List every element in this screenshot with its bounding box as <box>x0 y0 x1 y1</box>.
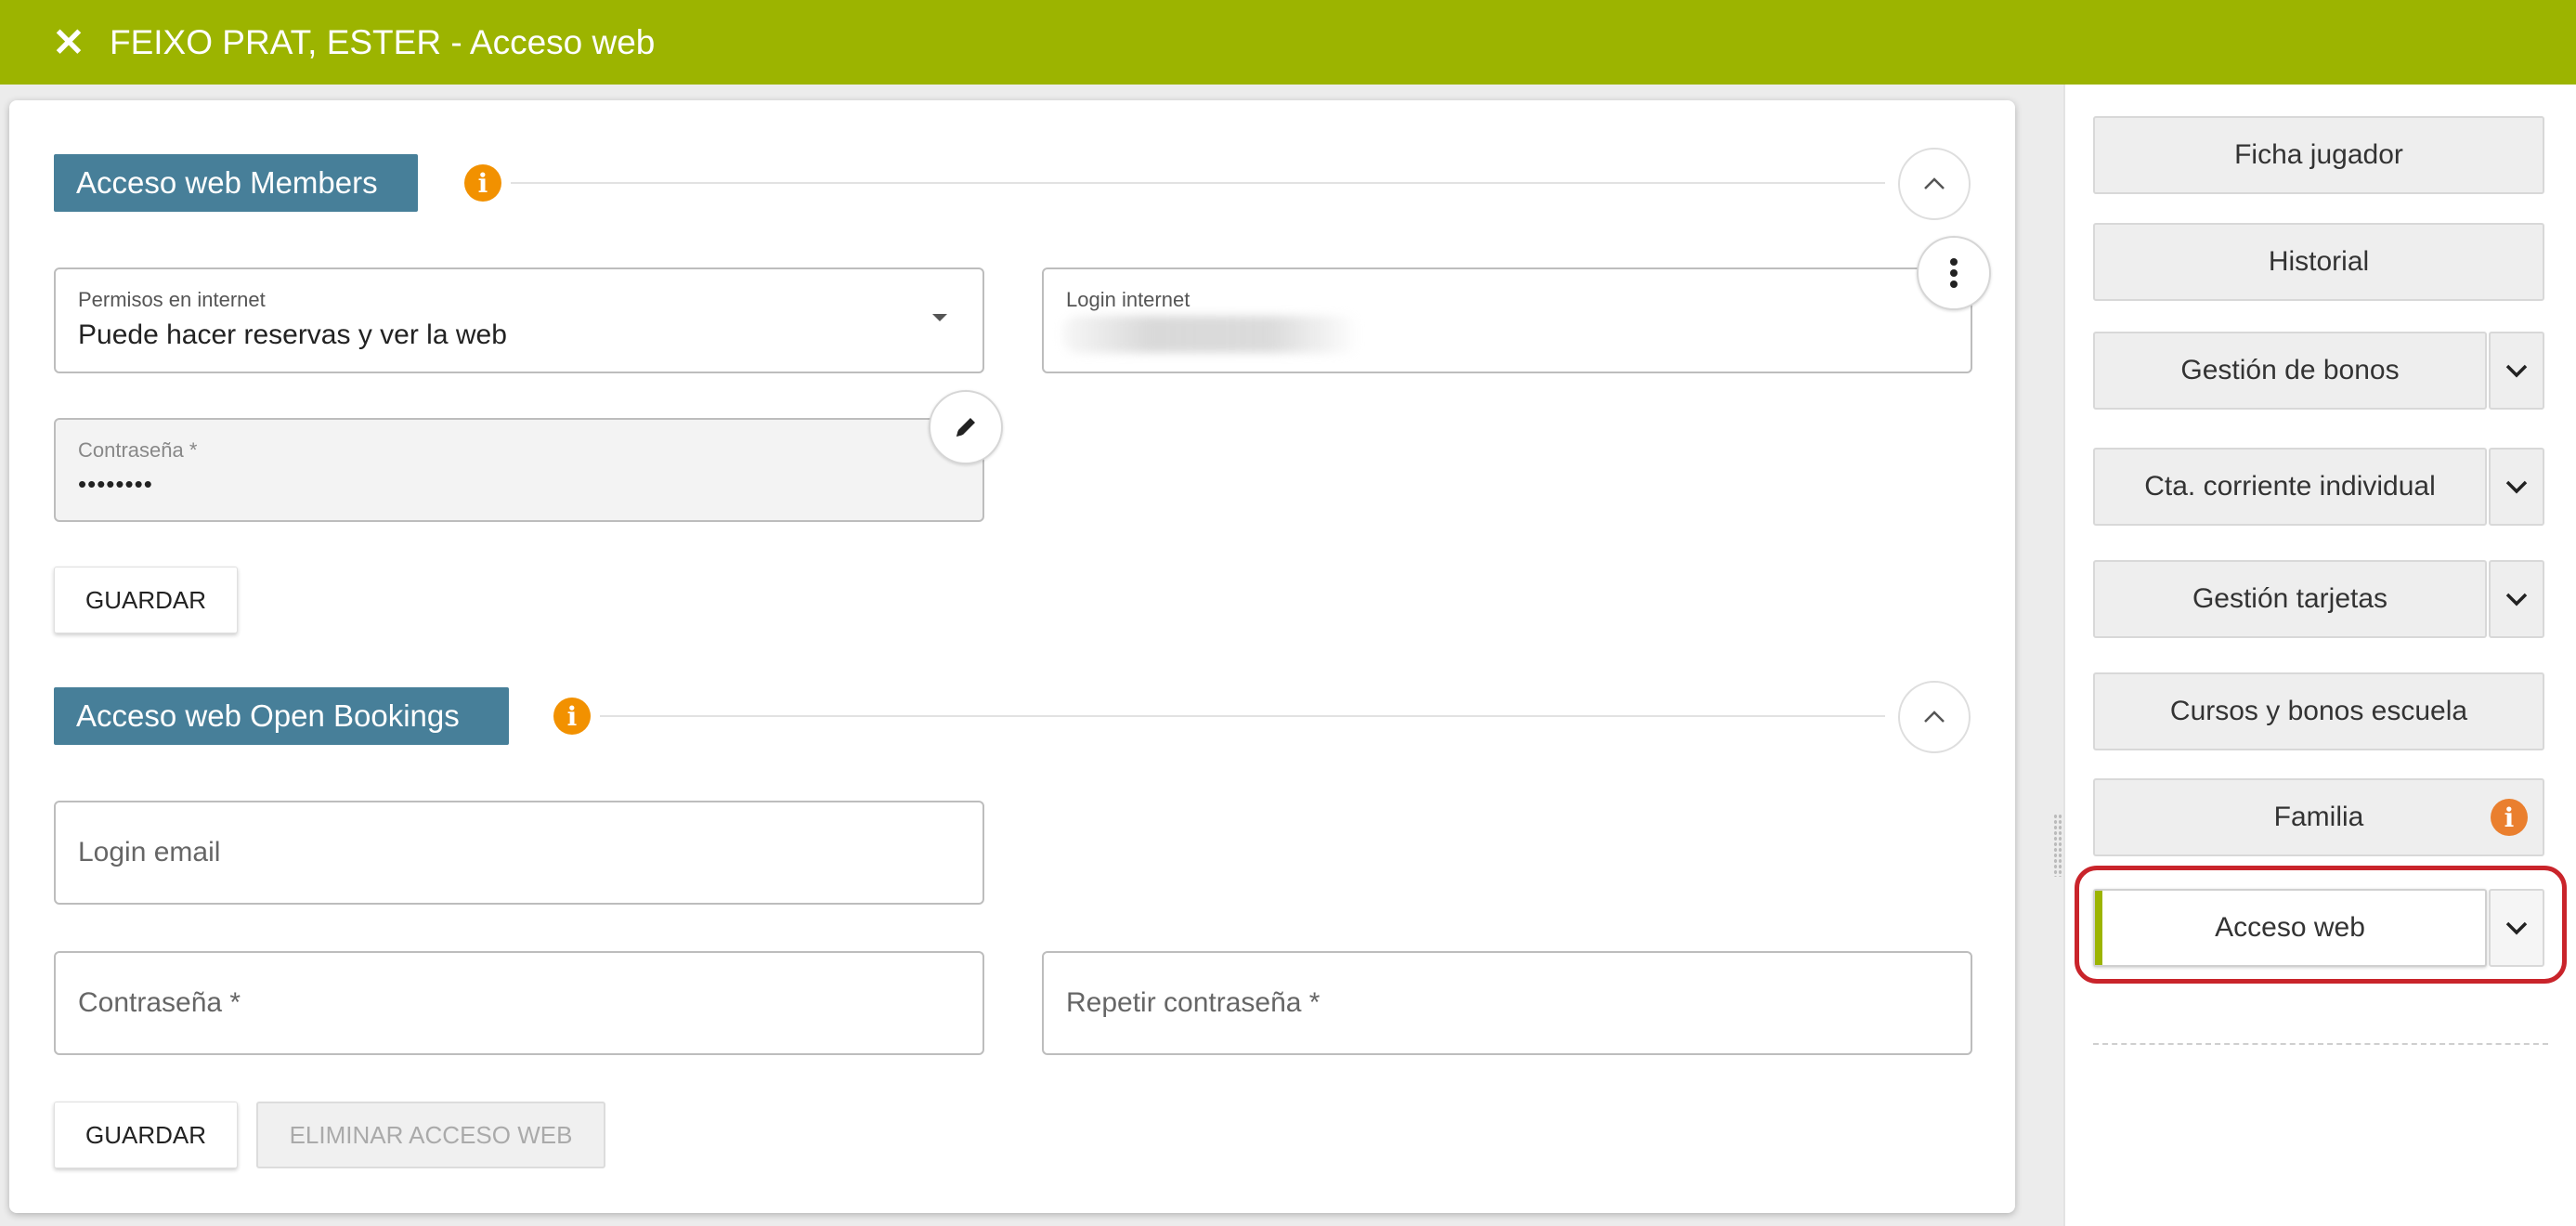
info-icon[interactable]: i <box>553 698 591 735</box>
sidebar-item-ficha-jugador[interactable]: Ficha jugador <box>2093 116 2544 194</box>
close-icon[interactable]: ✕ <box>50 20 87 64</box>
more-options-button[interactable] <box>1917 236 1991 310</box>
cta-corriente-dropdown[interactable] <box>2489 448 2544 526</box>
sidebar-item-historial[interactable]: Historial <box>2093 223 2544 301</box>
blurred-login-value <box>1062 316 1360 353</box>
edit-password-button[interactable] <box>929 390 1003 464</box>
chevron-up-icon <box>1924 711 1945 723</box>
pencil-icon <box>956 418 975 437</box>
repeat-password-placeholder: Repetir contraseña * <box>1066 987 1321 1018</box>
window-title: FEIXO PRAT, ESTER - Acceso web <box>110 22 656 61</box>
info-icon[interactable]: i <box>464 164 501 202</box>
ob-password-field[interactable]: Contraseña * <box>54 951 984 1055</box>
sidebar-item-gestion-tarjetas[interactable]: Gestión tarjetas <box>2093 560 2487 638</box>
permisos-select[interactable]: Permisos en internet Puede hacer reserva… <box>54 267 984 373</box>
chevron-up-icon <box>1924 177 1945 189</box>
repeat-password-field[interactable]: Repetir contraseña * <box>1042 951 1972 1055</box>
password-label: Contraseña * <box>78 438 198 462</box>
access-card: Acceso web Members i Permisos en interne… <box>9 100 2015 1213</box>
sidebar-item-cta-corriente[interactable]: Cta. corriente individual <box>2093 448 2487 526</box>
collapse-members-button[interactable] <box>1898 148 1971 220</box>
password-field: Contraseña * •••••••• <box>54 418 984 522</box>
gestion-bonos-dropdown[interactable] <box>2489 332 2544 410</box>
sidebar-item-label: Familia <box>2273 802 2364 832</box>
dropdown-caret-icon <box>932 314 947 321</box>
section-divider <box>511 182 1885 184</box>
login-email-placeholder: Login email <box>78 837 221 867</box>
chevron-down-icon <box>2505 593 2528 606</box>
sidebar-item-familia[interactable]: Familia i <box>2093 778 2544 856</box>
sidebar-item-gestion-bonos[interactable]: Gestión de bonos <box>2093 332 2487 410</box>
sidebar-divider <box>2093 1043 2548 1045</box>
resize-handle[interactable] <box>2053 814 2062 877</box>
delete-web-access-button: ELIMINAR ACCESO WEB <box>256 1102 605 1168</box>
more-vertical-icon <box>1950 258 1958 288</box>
login-internet-field[interactable]: Login internet <box>1042 267 1972 373</box>
title-bar: ✕ FEIXO PRAT, ESTER - Acceso web <box>0 0 2576 85</box>
password-value: •••••••• <box>78 470 153 498</box>
info-icon[interactable]: i <box>2491 799 2528 836</box>
sidebar-item-cursos[interactable]: Cursos y bonos escuela <box>2093 672 2544 750</box>
login-email-field[interactable]: Login email <box>54 801 984 905</box>
collapse-open-bookings-button[interactable] <box>1898 681 1971 753</box>
gestion-tarjetas-dropdown[interactable] <box>2489 560 2544 638</box>
login-internet-label: Login internet <box>1066 288 1190 311</box>
ob-save-button[interactable]: GUARDAR <box>54 1102 238 1168</box>
ob-password-placeholder: Contraseña * <box>78 987 241 1018</box>
permisos-value: Puede hacer reservas y ver la web <box>78 320 507 350</box>
section-divider <box>600 715 1885 717</box>
section-title-members: Acceso web Members <box>54 154 418 212</box>
section-title-open-bookings: Acceso web Open Bookings <box>54 687 509 745</box>
chevron-down-icon <box>2505 480 2528 494</box>
permisos-label: Permisos en internet <box>78 288 266 311</box>
chevron-down-icon <box>2505 364 2528 378</box>
highlight-annotation <box>2075 866 2567 984</box>
members-save-button[interactable]: GUARDAR <box>54 567 238 633</box>
